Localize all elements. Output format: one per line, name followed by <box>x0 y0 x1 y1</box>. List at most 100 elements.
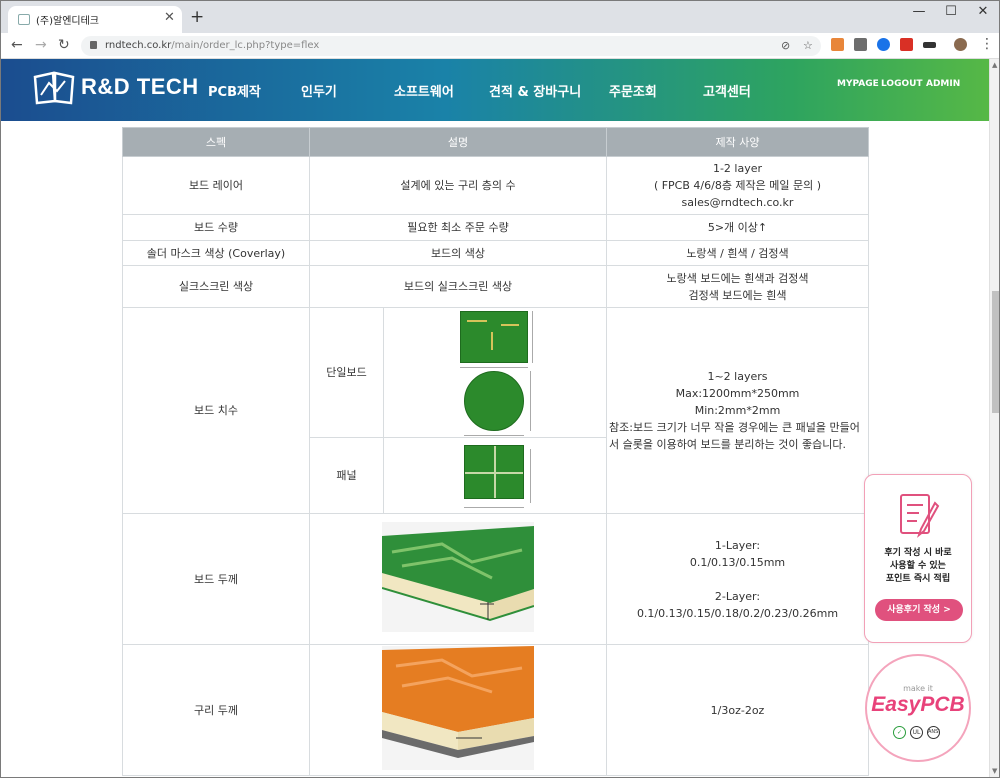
forward-icon[interactable]: → <box>35 37 47 53</box>
notepad-pen-icon <box>900 494 940 538</box>
nav-customer-center[interactable]: 고객센터 <box>703 81 751 100</box>
header-description: 설명 <box>309 127 607 157</box>
panel-label: 패널 <box>309 437 384 514</box>
copper-image-cell <box>309 644 607 776</box>
browser-toolbar: ← → ↻ rndtech.co.kr/main/order_lc.php?ty… <box>1 33 999 59</box>
rnd-logo-icon[interactable] <box>31 69 77 107</box>
dimension-line <box>464 506 524 508</box>
dimension-line <box>530 370 531 431</box>
admin-link[interactable]: ADMIN <box>926 79 960 89</box>
spec-line: 1-2 layer <box>712 162 763 175</box>
header-spec: 스펙 <box>122 127 310 157</box>
table-row: 보드 레이어 설계에 있는 구리 층의 수 1-2 layer ( FPCB 4… <box>122 156 869 215</box>
tab-title: (주)알엔디테크 <box>36 16 100 27</box>
spec-line: 1-Layer: <box>714 538 761 552</box>
spec-line: 0.1/0.13/0.15/0.18/0.2/0.23/0.26mm <box>636 606 839 620</box>
nav-soldering-iron[interactable]: 인두기 <box>301 81 337 100</box>
row-label: 보드 수량 <box>122 214 310 241</box>
rohs-check-icon: ✓ <box>893 726 906 739</box>
ul-cert-icon: UL <box>910 726 923 739</box>
profile-avatar[interactable] <box>954 38 967 51</box>
bookmark-star-icon[interactable]: ☆ <box>803 39 813 52</box>
extension-s-icon[interactable] <box>854 38 867 51</box>
spec-spacer <box>607 571 868 588</box>
dimension-line <box>530 448 531 503</box>
row-spec: 1~2 layers Max:1200mm*250mm Min:2mm*2mm … <box>606 307 869 514</box>
spec-email: sales@rndtech.co.kr <box>681 196 794 209</box>
row-description: 보드의 색상 <box>309 240 607 266</box>
row-description: 설계에 있는 구리 층의 수 <box>309 156 607 215</box>
reload-icon[interactable]: ↻ <box>58 37 70 53</box>
table-row: 보드 수량 필요한 최소 주문 수량 5>개 이상↑ <box>122 214 869 241</box>
row-description: 필요한 최소 주문 수량 <box>309 214 607 241</box>
pcb-trace <box>501 323 519 326</box>
scroll-up-icon[interactable]: ▲ <box>992 61 997 69</box>
board-thickness-image <box>381 521 535 632</box>
mypage-link[interactable]: MYPAGE <box>837 79 879 89</box>
blocked-popup-icon[interactable]: ⊘ <box>781 39 790 52</box>
review-line: 사용할 수 있는 <box>890 561 946 571</box>
menu-kebab-icon[interactable]: ⋮ <box>980 36 994 52</box>
easypcb-tagline: make it <box>903 684 933 693</box>
thickness-image-cell <box>309 513 607 645</box>
pcb-circle-board <box>464 370 524 431</box>
maximize-icon[interactable]: ☐ <box>939 4 963 19</box>
url-path: /main/order_lc.php?type=flex <box>171 40 320 51</box>
spec-line: ( FPCB 4/6/8층 제작은 메일 문의 ) <box>653 179 822 192</box>
row-label: 실크스크린 색상 <box>122 265 310 308</box>
minimize-icon[interactable]: — <box>907 4 931 19</box>
easypcb-badge[interactable]: make it EasyPCB ✓ UL ANSI <box>865 654 971 762</box>
row-label: 솔더 마스크 색상 (Coverlay) <box>122 240 310 266</box>
pcb-trace <box>467 319 487 322</box>
spec-line: Max:1200mm*250mm <box>675 387 800 400</box>
review-widget[interactable]: 후기 작성 시 바로 사용할 수 있는 포인트 즉시 적립 사용후기 작성 > <box>864 474 972 643</box>
pcb-trace <box>491 331 493 350</box>
extension-circle-icon[interactable] <box>877 38 890 51</box>
site-header: R&D TECH PCB제작 인두기 소프트웨어 견적 & 장바구니 주문조회 … <box>1 59 989 121</box>
pcb-panel-image <box>450 444 540 511</box>
copper-thickness-image <box>382 645 534 770</box>
spec-line: 노랑색 보드에는 흰색과 검정색 <box>666 271 809 285</box>
row-label: 보드 두께 <box>122 513 310 645</box>
spec-table: 스펙 설명 제작 사양 보드 레이어 설계에 있는 구리 층의 수 1-2 la… <box>122 127 869 776</box>
window-close-icon[interactable]: ✕ <box>971 4 995 19</box>
extension-glasses-icon[interactable] <box>923 42 936 48</box>
browser-tab[interactable]: (주)알엔디테크 ✕ <box>8 6 182 33</box>
spec-note: 참조:보드 크기가 너무 작을 경우에는 큰 패널을 만들어서 슬롯을 이용하여… <box>609 421 860 451</box>
spec-line: 1~2 layers <box>707 370 768 383</box>
tab-close-icon[interactable]: ✕ <box>164 10 175 25</box>
row-spec: 5>개 이상↑ <box>606 214 869 241</box>
page-scrollbar[interactable]: ▲ ▼ <box>989 59 999 777</box>
row-spec: 1-Layer: 0.1/0.13/0.15mm 2-Layer: 0.1/0.… <box>606 513 869 645</box>
spec-line: 0.1/0.13/0.15mm <box>689 555 786 569</box>
write-review-button[interactable]: 사용후기 작성 > <box>875 599 963 621</box>
nav-order-lookup[interactable]: 주문조회 <box>609 81 657 100</box>
url-host: rndtech.co.kr <box>105 40 172 51</box>
new-tab-icon[interactable]: + <box>190 7 204 27</box>
row-spec: 노랑색 / 흰색 / 검정색 <box>606 240 869 266</box>
logout-link[interactable]: LOGOUT <box>881 79 923 89</box>
pcb-panel-board <box>464 444 524 499</box>
favicon-icon <box>18 14 30 25</box>
nav-software[interactable]: 소프트웨어 <box>394 81 454 100</box>
lock-icon[interactable] <box>90 41 97 49</box>
review-line: 포인트 즉시 적립 <box>885 574 951 584</box>
nav-pcb[interactable]: PCB제작 <box>208 81 261 100</box>
logo-text[interactable]: R&D TECH <box>81 74 199 100</box>
panel-image-cell <box>383 437 607 514</box>
url-text[interactable]: rndtech.co.kr/main/order_lc.php?type=fle… <box>105 40 319 51</box>
extension-store-icon[interactable] <box>900 38 913 51</box>
row-description: 보드의 실크스크린 색상 <box>309 265 607 308</box>
nav-quote-cart[interactable]: 견적 & 장바구니 <box>489 81 581 100</box>
table-row: 구리 두께 1/3oz-2oz <box>122 644 869 776</box>
tab-strip: (주)알엔디테크 ✕ + — ☐ ✕ <box>1 1 999 33</box>
row-spec: 1-2 layer ( FPCB 4/6/8층 제작은 메일 문의 ) sale… <box>606 156 869 215</box>
scroll-thumb[interactable] <box>992 291 999 413</box>
back-icon[interactable]: ← <box>11 37 23 53</box>
extension-rx-icon[interactable] <box>831 38 844 51</box>
scroll-down-icon[interactable]: ▼ <box>992 767 997 775</box>
single-board-images <box>383 307 607 438</box>
address-bar[interactable]: rndtech.co.kr/main/order_lc.php?type=fle… <box>81 36 821 56</box>
table-row: 보드 두께 1-Layer: 0.1/0.13/0.15mm 2-Layer: … <box>122 513 869 645</box>
pcb-circle-image <box>450 370 540 437</box>
